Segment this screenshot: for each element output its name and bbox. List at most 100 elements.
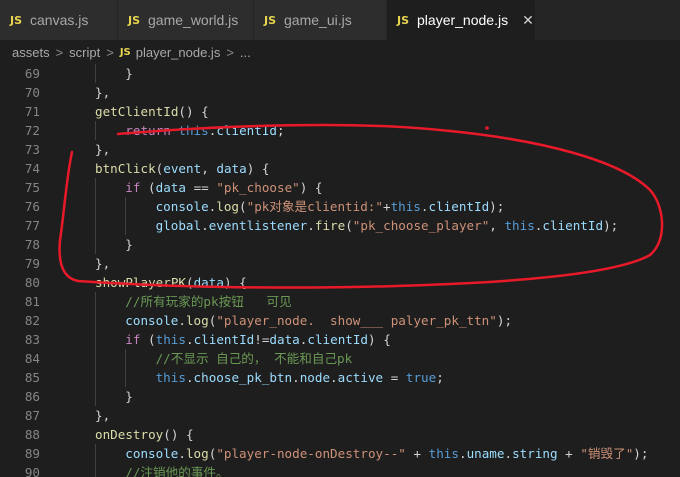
code-line[interactable]: 86}: [0, 387, 680, 406]
close-icon[interactable]: ✕: [522, 12, 534, 29]
code-token: (: [239, 199, 247, 214]
js-file-icon: JS: [128, 13, 141, 27]
code-token: btnClick: [95, 161, 156, 176]
code-token: console: [155, 199, 209, 214]
breadcrumb-item-symbol[interactable]: ...: [240, 45, 251, 60]
line-number: 84: [24, 351, 40, 366]
line-number: 78: [24, 237, 40, 252]
code-line[interactable]: 74 btnClick(event, data) {: [0, 159, 680, 178]
code-text: return this.clientId;: [125, 121, 284, 140]
breadcrumb-item-script[interactable]: script: [69, 45, 100, 60]
code-text: //不显示 自己的， 不能和自己pk: [156, 349, 353, 368]
code-token: fire: [314, 218, 346, 233]
code-token: eventlistener: [208, 218, 308, 233]
code-text: console.log("player-node-onDestroy--" + …: [125, 444, 648, 463]
code-token: .: [458, 446, 467, 461]
tab-label: game_ui.js: [284, 12, 352, 28]
code-token: },: [95, 408, 111, 423]
code-text: btnClick(event, data) {: [95, 159, 269, 178]
code-line[interactable]: 75 if (data == "pk_choose") {: [0, 178, 680, 197]
chevron-right-icon: >: [55, 44, 64, 60]
code-token: showPlayerPK: [95, 275, 186, 290]
code-line[interactable]: 71 getClientId() {: [0, 102, 680, 121]
tab-label: canvas.js: [30, 12, 89, 28]
line-number: 72: [24, 123, 40, 138]
code-line[interactable]: 72 return this.clientId;: [0, 121, 680, 140]
code-editor[interactable]: 69} 70}, 71 getClientId() { 72 return this.cl…: [0, 64, 680, 477]
code-token: this: [155, 332, 186, 347]
code-line[interactable]: 89 console.log("player-node-onDestroy--" …: [0, 444, 680, 463]
code-text: },: [95, 83, 110, 102]
code-token: (: [140, 332, 156, 347]
code-token: .: [292, 370, 300, 385]
code-token: }: [125, 237, 133, 252]
chevron-right-icon: >: [226, 44, 234, 60]
line-number: 85: [24, 370, 40, 385]
code-token: );: [603, 218, 619, 233]
code-token: .: [178, 446, 186, 461]
code-text: //注销他的事件。: [125, 463, 228, 477]
code-line[interactable]: 73},: [0, 140, 680, 159]
code-token: .: [185, 370, 194, 385]
code-token: .: [420, 199, 429, 214]
code-line[interactable]: 85 this.choose_pk_btn.node.active = true;: [0, 368, 680, 387]
line-number: 89: [24, 446, 40, 461]
breadcrumb: assets > script > JS player_node.js > ..…: [0, 40, 680, 64]
indent-guide: [95, 368, 96, 387]
code-token: data: [155, 180, 186, 195]
line-number: 86: [24, 389, 40, 404]
code-token: +: [557, 446, 581, 461]
code-token: );: [496, 313, 513, 328]
breadcrumb-item-assets[interactable]: assets: [12, 45, 50, 60]
code-token: clientId: [307, 332, 369, 347]
code-token: ,: [489, 218, 505, 233]
code-text: },: [95, 254, 110, 273]
code-token: ==: [185, 180, 217, 195]
tab-player-node-js[interactable]: JS player_node.js ✕: [387, 0, 536, 40]
code-line[interactable]: 79},: [0, 254, 680, 273]
tab-canvas-js[interactable]: JS canvas.js: [0, 0, 118, 40]
code-token: this: [390, 199, 421, 214]
code-line[interactable]: 80 showPlayerPK(data) {: [0, 273, 680, 292]
indent-guide: [95, 235, 96, 254]
code-token: ;: [436, 370, 444, 385]
code-text: if (this.clientId!=data.clientId) {: [125, 330, 390, 349]
code-text: getClientId() {: [95, 102, 209, 121]
code-line[interactable]: 87},: [0, 406, 680, 425]
code-token: //注销他的事件。: [125, 465, 229, 477]
code-text: if (data == "pk_choose") {: [125, 178, 322, 197]
code-text: }: [125, 235, 133, 254]
indent-guide: [95, 311, 96, 330]
code-token: },: [95, 85, 111, 100]
code-line[interactable]: 70},: [0, 83, 680, 102]
code-token: (: [186, 275, 194, 290]
code-line[interactable]: 88 onDestroy() {: [0, 425, 680, 444]
code-text: this.choose_pk_btn.node.active = true;: [156, 368, 444, 387]
js-file-icon: JS: [119, 46, 131, 58]
line-number: 76: [24, 199, 40, 214]
code-token: .: [307, 218, 315, 233]
code-token: "pk_choose_player": [352, 218, 490, 233]
code-line[interactable]: 78}: [0, 235, 680, 254]
code-token: .: [178, 313, 186, 328]
code-line[interactable]: 83 if (this.clientId!=data.clientId) {: [0, 330, 680, 349]
code-line[interactable]: 82 console.log("player_node. show___ paly…: [0, 311, 680, 330]
code-line[interactable]: 81 //所有玩家的pk按钮 可见: [0, 292, 680, 311]
code-token: log: [185, 446, 209, 461]
indent-guide: [95, 444, 96, 463]
code-token: "销毁了": [580, 446, 634, 461]
code-line[interactable]: 76 console.log("pk对象是clientid:"+this.clie…: [0, 197, 680, 216]
code-token: =: [383, 370, 406, 385]
code-token: ) {: [299, 180, 323, 195]
code-token: console: [125, 446, 179, 461]
code-line[interactable]: 69}: [0, 64, 680, 83]
tab-game-ui-js[interactable]: JS game_ui.js: [254, 0, 387, 40]
code-line[interactable]: 84 //不显示 自己的， 不能和自己pk: [0, 349, 680, 368]
tab-game-world-js[interactable]: JS game_world.js: [118, 0, 254, 40]
code-line[interactable]: 77 global.eventlistener.fire("pk_choose_p…: [0, 216, 680, 235]
code-token: data: [269, 332, 300, 347]
breadcrumb-item-file[interactable]: player_node.js: [136, 45, 221, 60]
code-line[interactable]: 90 //注销他的事件。: [0, 463, 680, 477]
code-token: log: [185, 313, 209, 328]
code-token: ;: [277, 123, 285, 138]
